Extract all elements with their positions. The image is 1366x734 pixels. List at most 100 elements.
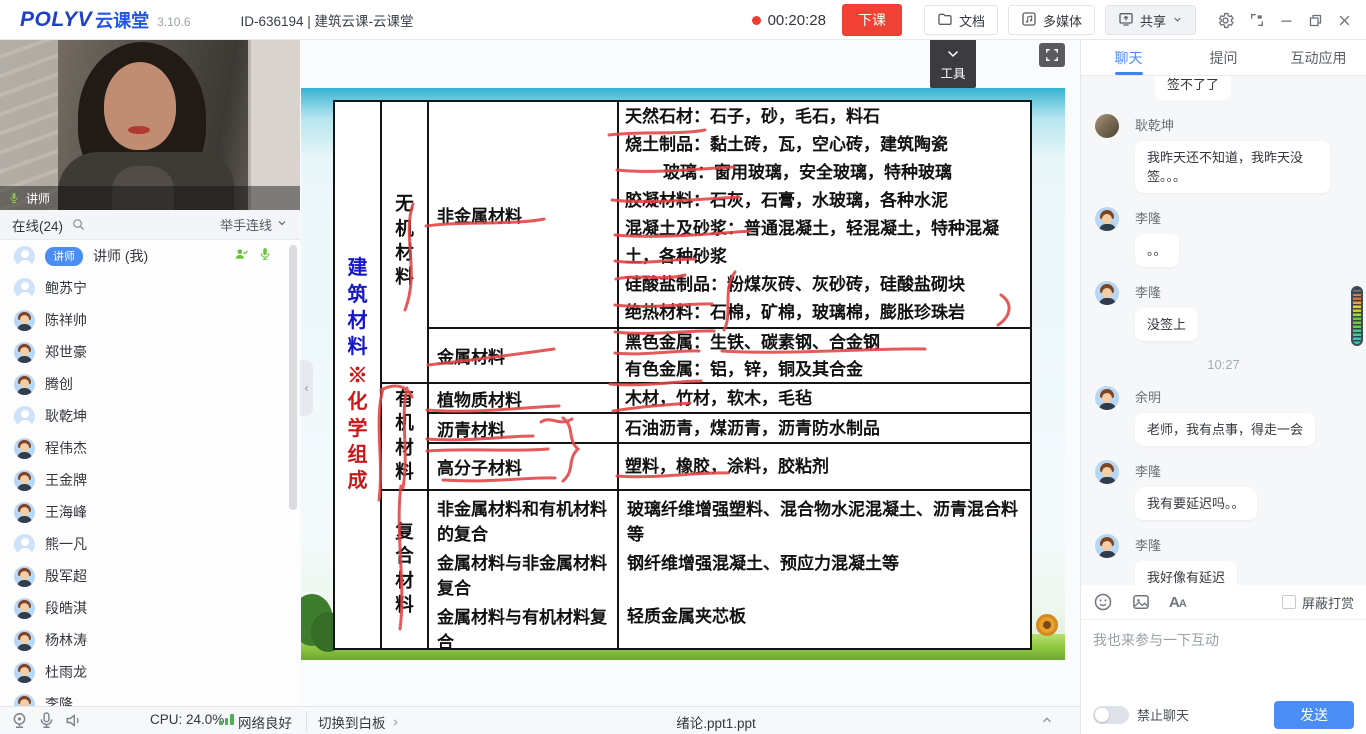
avatar (14, 246, 35, 267)
chat-bubble: 没签上 (1135, 308, 1198, 341)
member-row[interactable]: 腾创 (0, 368, 300, 400)
avatar (1095, 534, 1119, 558)
avatar (14, 502, 35, 523)
document-button[interactable]: 文档 (924, 5, 998, 35)
stage-area: 工具 建筑材料 ※化学组成 无机材料 非金属材料 (300, 40, 1080, 706)
val-polymer: 塑料，橡胶，涂料，胶粘剂 (617, 442, 1030, 489)
chat-sender-name: 李隆 (1135, 532, 1352, 554)
member-row[interactable]: 程伟杰 (0, 432, 300, 464)
bottom-status-bar: CPU: 24.0% 网络良好 切换到白板 绪论.ppt1.ppt (0, 706, 1080, 734)
val-plant: 木材，竹材，软木，毛毡 (617, 382, 1030, 412)
session-title: ID-636194 | 建筑云课-云课堂 (241, 10, 414, 30)
tab-interactive-apps[interactable]: 互动应用 (1271, 40, 1366, 75)
brand-logo: POLYV (20, 8, 92, 32)
minimize-icon[interactable] (1279, 13, 1294, 28)
member-row[interactable]: 段皓淇 (0, 592, 300, 624)
tab-chat[interactable]: 聊天 (1081, 40, 1176, 75)
slide-canvas[interactable]: 建筑材料 ※化学组成 无机材料 非金属材料 天然石材：石子，砂，毛石，料石 烧土… (301, 88, 1065, 660)
folder-icon (937, 11, 953, 30)
member-row-self[interactable]: 讲师 讲师 (我) (0, 240, 300, 272)
class-timer: 00:20:28 (768, 12, 826, 29)
avatar (14, 278, 35, 299)
member-row[interactable]: 陈祥帅 (0, 304, 300, 336)
avatar (14, 374, 35, 395)
member-row[interactable]: 李隆 (0, 688, 300, 706)
tab-questions[interactable]: 提问 (1176, 40, 1271, 75)
slide-sunflower-decor (1036, 614, 1058, 636)
chat-message: 李隆 。。 (1095, 205, 1352, 267)
cat-plant: 植物质材料 (427, 382, 617, 412)
collapse-left-panel-handle[interactable] (300, 360, 313, 416)
chat-bubble-partial: 签不了了 (1155, 76, 1231, 100)
mute-chat-toggle[interactable] (1093, 706, 1129, 724)
end-class-button[interactable]: 下课 (842, 4, 902, 36)
image-icon[interactable] (1131, 592, 1151, 612)
chat-scrollbar-thumb[interactable] (1351, 286, 1363, 346)
chevron-down-icon (1172, 13, 1183, 28)
group-organic: 有机材料 (380, 382, 427, 489)
chat-sender-name: 李隆 (1135, 458, 1352, 480)
chat-input[interactable] (1081, 620, 1366, 695)
recording-dot-icon (752, 16, 761, 25)
chat-sender-name: 李隆 (1135, 279, 1352, 301)
member-list-scrollbar[interactable] (289, 245, 297, 510)
member-row[interactable]: 杜雨龙 (0, 656, 300, 688)
expand-corners-icon (1045, 48, 1059, 62)
tools-button[interactable]: 工具 (930, 40, 976, 88)
val-nonmetal: 天然石材：石子，砂，毛石，料石 烧土制品：黏土砖，瓦，空心砖，建筑陶瓷 玻璃：窗… (617, 102, 1030, 327)
close-icon[interactable] (1337, 13, 1352, 28)
chat-toolbar: AA 屏蔽打赏 (1081, 585, 1366, 620)
member-list: 讲师 讲师 (我) 鲍苏宁 陈祥帅 郑世豪 腾创 耿乾坤 程伟杰 王金牌 王海峰… (0, 240, 300, 706)
search-icon[interactable] (71, 217, 86, 232)
current-document-name: 绪论.ppt1.ppt (640, 712, 792, 732)
dock-window-icon[interactable] (1249, 12, 1265, 28)
avatar (14, 566, 35, 587)
settings-gear-icon[interactable] (1216, 11, 1235, 30)
materials-table: 建筑材料 ※化学组成 无机材料 非金属材料 天然石材：石子，砂，毛石，料石 烧土… (333, 100, 1032, 650)
cat-nonmetal: 非金属材料 (427, 102, 617, 327)
font-size-icon[interactable]: AA (1169, 594, 1186, 611)
teacher-badge: 讲师 (45, 247, 83, 266)
member-row[interactable]: 鲍苏宁 (0, 272, 300, 304)
member-row[interactable]: 王海峰 (0, 496, 300, 528)
chevron-up-icon[interactable] (1040, 713, 1054, 732)
speaker-icon[interactable] (64, 711, 83, 730)
cpu-usage: CPU: 24.0% (150, 712, 224, 727)
group-inorganic: 无机材料 (380, 102, 427, 382)
mic-on-icon[interactable] (258, 247, 272, 266)
val-asphalt: 石油沥青，煤沥青，沥青防水制品 (617, 412, 1030, 442)
send-button[interactable]: 发送 (1274, 701, 1354, 729)
chevron-right-icon (390, 717, 401, 728)
microphone-icon[interactable] (37, 711, 56, 730)
video-role-label: 讲师 (26, 190, 50, 207)
music-note-icon (1021, 11, 1037, 30)
avatar (14, 630, 35, 651)
chat-message: 李隆 我有要延迟吗。。 (1095, 458, 1352, 520)
multimedia-button[interactable]: 多媒体 (1008, 5, 1095, 35)
chat-sender-name: 耿乾坤 (1135, 112, 1352, 134)
member-row[interactable]: 杨林涛 (0, 624, 300, 656)
camera-on-icon[interactable] (234, 247, 248, 266)
member-row[interactable]: 熊一凡 (0, 528, 300, 560)
switch-whiteboard-button[interactable]: 切换到白板 (318, 712, 401, 732)
maximize-restore-icon[interactable] (1308, 13, 1323, 28)
block-reward-checkbox[interactable] (1282, 595, 1296, 609)
chevron-left-icon (302, 384, 311, 393)
block-reward-control: 屏蔽打赏 (1282, 593, 1354, 612)
avatar (1095, 114, 1119, 138)
left-panel: 讲师 在线(24) 举手连线 讲师 讲师 (我) 鲍苏宁 陈祥帅 (0, 40, 300, 706)
member-row[interactable]: 王金牌 (0, 464, 300, 496)
avatar (14, 694, 35, 707)
share-button[interactable]: 共享 (1105, 5, 1196, 35)
avatar (14, 534, 35, 555)
member-row[interactable]: 耿乾坤 (0, 400, 300, 432)
chat-tabs: 聊天 提问 互动应用 (1081, 40, 1366, 76)
raise-hand-control[interactable]: 举手连线 (220, 215, 288, 234)
chat-message: 李隆 没签上 (1095, 279, 1352, 341)
fullscreen-button[interactable] (1039, 43, 1065, 67)
member-row[interactable]: 郑世豪 (0, 336, 300, 368)
webcam-icon[interactable] (10, 711, 29, 730)
emoji-icon[interactable] (1093, 592, 1113, 612)
member-row[interactable]: 殷军超 (0, 560, 300, 592)
brand-suffix: 云课堂 (95, 7, 149, 33)
